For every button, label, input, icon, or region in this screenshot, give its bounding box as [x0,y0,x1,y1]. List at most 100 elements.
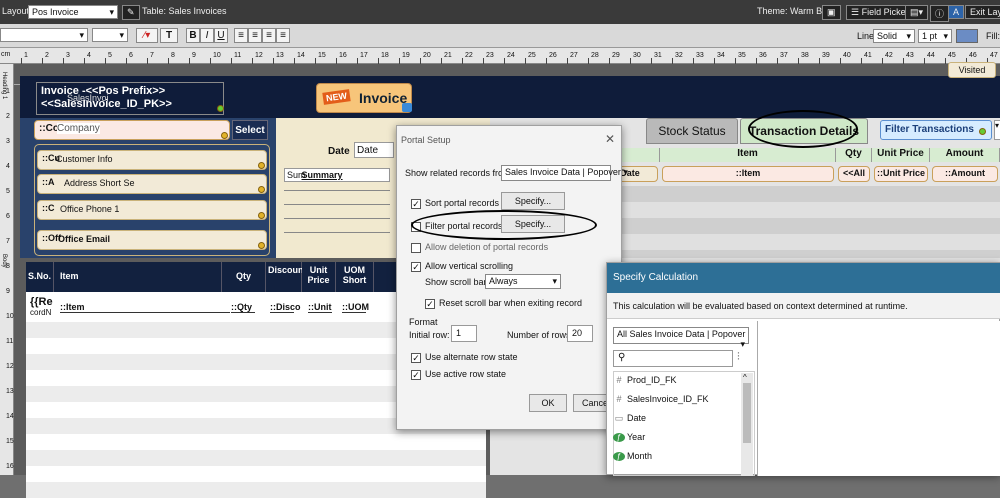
sort-checkbox[interactable]: ✓ Sort portal records [411,198,499,209]
ruler-tick-label: 11 [6,338,14,345]
sort-specify-button[interactable]: Specify... [501,192,565,210]
ruler-tick-label: 1 [6,88,10,95]
active-row-checkbox[interactable]: ✓ Use active row state [411,369,506,380]
alternate-row-checkbox[interactable]: ✓ Use alternate row state [411,352,518,363]
number-of-rows-label: Number of rows: [507,330,574,340]
scroll-bar-select[interactable]: Always ▾ [485,274,561,289]
related-records-select[interactable]: Sales Invoice Data | Popover ▾ [501,165,628,181]
field-list-item[interactable]: # SalesInvoice_ID_FK [613,394,708,404]
ruler-tick-label: 14 [297,52,305,59]
ruler-tick-label: 36 [759,52,767,59]
table-row [26,434,486,450]
sales-invoice-overlay: SalesInvoi [67,93,109,103]
filter-transactions-button[interactable]: Filter Transactions [880,120,992,140]
ruler-tick-label: 13 [6,388,14,395]
ruler-tick-label: 47 [990,52,998,59]
ruler-tick-label: 17 [360,52,368,59]
invoice-banner-button[interactable]: NEW Invoice [316,83,412,113]
address-field[interactable]: ::A Address Short Se [37,174,267,194]
line-style-select[interactable]: Solid ▾ [873,29,915,43]
inspector-icon[interactable]: A [948,5,965,19]
field-list-item[interactable]: # Prod_ID_FK [613,375,676,385]
portal-field[interactable]: ::Unit Price [874,166,928,182]
ruler-tick-label: 38 [801,52,809,59]
filter-dropdown-icon[interactable]: ▾ [994,120,1000,140]
exit-layout-button[interactable]: Exit Lay [965,5,1000,19]
table-row [26,482,486,498]
number-of-rows-input[interactable]: 20 [567,325,593,342]
field-picker-button[interactable]: ☰ Field Picker [846,5,914,20]
ruler-tick-label: 35 [738,52,746,59]
email-field[interactable]: ::Off Office Email [37,230,267,250]
italic-button[interactable]: I [200,28,214,43]
format-toolbar: ▾ ▾ ⁄▾ T B I U ≡ ≡ ≡ ≡ Line: Solid ▾ 1 pt… [0,24,1000,48]
portal-field[interactable]: ::Disco [270,302,301,313]
date-field-icon: ▭ [614,413,624,423]
ruler-tick-label: 28 [591,52,599,59]
info-icon[interactable]: ⓘ [930,5,950,22]
portal-field[interactable]: {{Re [30,296,53,308]
date-field[interactable]: Date [354,142,394,158]
reset-scroll-checkbox[interactable]: ✓ Reset scroll bar when exiting record [425,298,582,309]
font-size-select[interactable]: ▾ [92,28,128,42]
field-list-item[interactable]: ƒ Year [613,432,645,442]
initial-row-input[interactable]: 1 [451,325,477,342]
align-justify-icon[interactable]: ≡ [276,28,290,43]
object-icon[interactable]: ▤▾ [905,5,929,20]
portal-field[interactable]: ::Amount [932,166,998,182]
tab-stock-status[interactable]: Stock Status [646,118,738,144]
theme-icon[interactable]: ▣ [822,5,841,20]
visited-button[interactable]: Visited [948,62,996,78]
phone-field[interactable]: ::C Office Phone 1 [37,200,267,220]
portal-field[interactable]: <<All [838,166,870,182]
field-list-item[interactable]: ▭ Date [613,413,646,424]
transactions-portal[interactable]: DateItemQtyUnit PriceAmountDate::Item<<A… [600,148,1000,266]
field-pin-icon [258,186,265,193]
vertical-scroll-checkbox[interactable]: ✓ Allow vertical scrolling [411,261,513,272]
ruler-unit: cm [1,51,11,58]
ok-button[interactable]: OK [529,394,567,412]
dialog-title: Portal Setup [401,135,451,145]
calculation-editor[interactable] [757,321,1000,476]
invoice-title-field[interactable]: Invoice -<<Pos Prefix>> <<SalesInvoice_I… [36,82,224,115]
summary-field[interactable]: SumSummary [284,168,390,182]
align-left-icon[interactable]: ≡ [234,28,248,43]
company-field[interactable]: ::Co Company [34,120,230,140]
font-select[interactable]: ▾ [0,28,88,42]
column-header: Qty [836,148,872,162]
field-list-item[interactable]: ƒ Month [613,451,652,461]
close-icon[interactable]: ✕ [605,132,615,146]
text-tool-button[interactable]: T [160,28,178,43]
portal-field[interactable]: ::Qty [231,302,255,313]
select-button[interactable]: Select [232,120,268,140]
button-badge-icon [979,128,986,135]
column-header: Item [660,148,836,162]
portal-field[interactable]: ::Item [60,302,230,313]
line-width-select[interactable]: 1 pt ▾ [918,29,952,43]
edit-layout-icon[interactable]: ✎ [122,5,140,20]
customer-info-field[interactable]: ::Cu Customer Info [37,150,267,170]
bold-button[interactable]: B [186,28,200,43]
allow-delete-checkbox[interactable]: Allow deletion of portal records [411,242,548,253]
ruler-tick-label: 32 [675,52,683,59]
underline-button[interactable]: U [214,28,228,43]
text-color-button[interactable]: ⁄▾ [136,28,158,43]
table-row [600,218,1000,234]
field-name: Date [627,413,647,423]
view-options-icon[interactable]: ⫶ [737,351,740,364]
calc-field-icon: ƒ [613,433,625,442]
portal-field[interactable]: ::Item [662,166,834,182]
fill-label: Fill: [986,31,1000,41]
layout-select[interactable]: Pos Invoice ▾ [28,5,118,19]
align-right-icon[interactable]: ≡ [262,28,276,43]
line-color-swatch[interactable] [956,29,978,43]
portal-field[interactable]: ::UOM [342,302,369,313]
portal-field[interactable]: ::Unit [308,302,332,313]
search-icon[interactable]: ⚲ [613,350,733,367]
align-center-icon[interactable]: ≡ [248,28,262,43]
highlight-ellipse [748,110,858,148]
show-scroll-label: Show scroll bar: [425,277,490,287]
context-select[interactable]: All Sales Invoice Data | Popover ▾ [613,327,749,349]
scrollbar[interactable]: ^ [741,373,753,476]
portal-setup-dialog: Portal Setup ✕ Show related records from… [396,125,628,430]
